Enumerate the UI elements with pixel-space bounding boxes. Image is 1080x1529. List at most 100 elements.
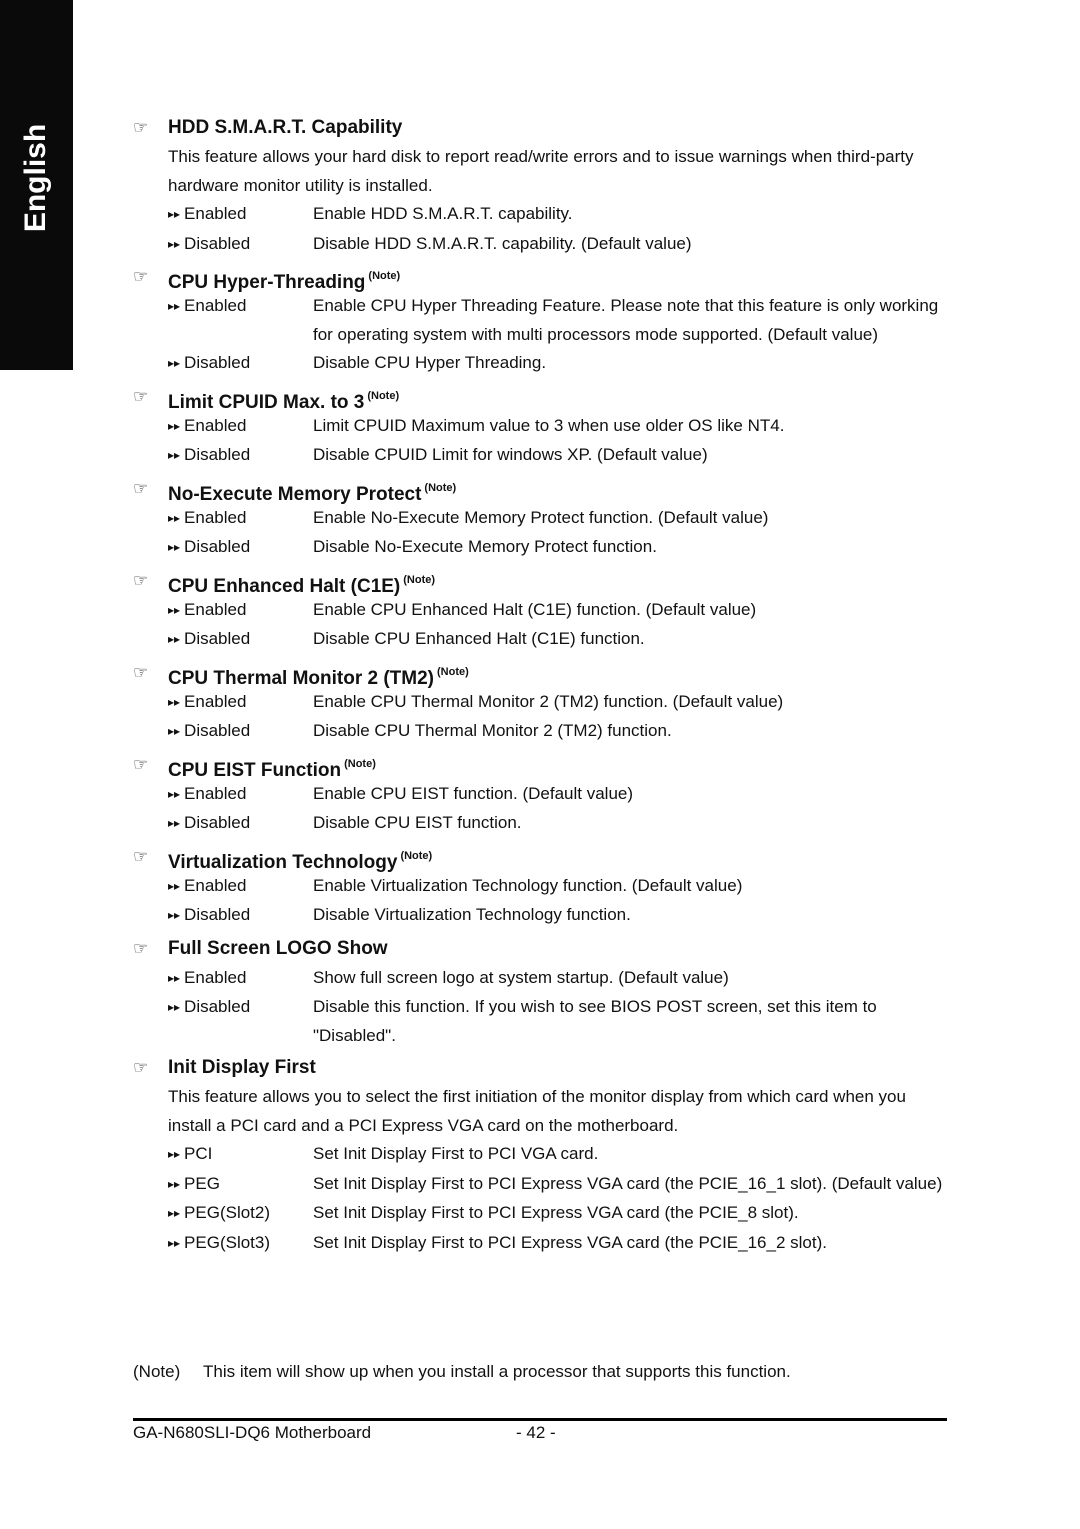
option-description: Set Init Display First to PCI VGA card. <box>313 1144 599 1163</box>
option-key: Disabled <box>184 721 251 740</box>
option-description: Enable No-Execute Memory Protect functio… <box>313 507 769 527</box>
option-row: ▸▸ Enabled Enable CPU EIST function. (Defa… <box>133 780 953 810</box>
option-description: Disable CPU Hyper Threading. <box>313 353 547 372</box>
option-key: PCI <box>184 1144 213 1163</box>
setting-title: No-Execute Memory Protect <box>168 483 422 505</box>
page-footer: GA-N680SLI-DQ6 Motherboard - 42 - <box>133 1421 556 1445</box>
option-description: Disable CPU EIST function. <box>313 813 522 832</box>
pointing-hand-icon: ☞ <box>133 754 149 774</box>
footnote: (Note) This item will show up when you in… <box>133 1358 791 1386</box>
option-description: Enable CPU Hyper Threading Feature. Plea… <box>313 296 939 344</box>
option-key: Disabled <box>184 629 251 648</box>
option-description: Disable HDD S.M.A.R.T. capability. (Defa… <box>313 233 692 253</box>
option-description: Disable Virtualization Technology functi… <box>313 905 631 924</box>
setting-description: This feature allows your hard disk to re… <box>168 147 914 195</box>
option-row: ▸▸ Disabled Disable HDD S.M.A.R.T. capabil… <box>133 230 953 260</box>
setting-title: HDD S.M.A.R.T. Capability <box>168 117 403 138</box>
double-arrow-icon: ▸▸ <box>168 878 181 893</box>
setting-heading: ☞ Full Screen LOGO Show <box>133 933 953 964</box>
setting-section: ☞ CPU Enhanced Halt (C1E) (Note) ▸▸ Enabled E… <box>133 565 953 655</box>
option-key: PEG(Slot3) <box>184 1232 271 1252</box>
double-arrow-icon: ▸▸ <box>168 694 181 709</box>
option-description: Set Init Display First to PCI Express VG… <box>313 1203 799 1222</box>
setting-heading: ☞ Limit CPUID Max. to 3 (Note) <box>133 381 953 413</box>
note-marker: (Note) <box>368 270 401 282</box>
double-arrow-icon: ▸▸ <box>168 236 181 251</box>
option-key-cell: ▸▸ PEG(Slot2) <box>168 1199 313 1229</box>
option-row: ▸▸ Enabled Enable CPU Thermal Monitor 2 (T… <box>133 688 953 718</box>
option-key: Disabled <box>184 537 251 556</box>
option-description: Enable CPU EIST function. (Default value… <box>313 783 634 803</box>
option-row: ▸▸ Disabled Disable Virtualization Technol… <box>133 901 953 931</box>
option-description: Disable CPU Thermal Monitor 2 (TM2) func… <box>313 721 672 740</box>
setting-heading: ☞ CPU EIST Function (Note) <box>133 749 953 781</box>
option-key: Enabled <box>184 507 247 527</box>
setting-title: CPU EIST Function <box>168 759 342 781</box>
option-row: ▸▸ PCI Set Init Display First to PCI VGA c… <box>133 1140 953 1170</box>
option-key: Disabled <box>184 353 251 372</box>
double-arrow-icon: ▸▸ <box>168 540 181 554</box>
setting-heading: ☞ Init Display First <box>133 1052 953 1083</box>
option-key: Disabled <box>184 233 251 253</box>
pointing-hand-icon: ☞ <box>133 662 149 682</box>
setting-title: Full Screen LOGO Show <box>168 937 388 959</box>
option-description: Show full screen logo at system startup.… <box>313 967 729 987</box>
option-key-cell: ▸▸ Disabled <box>168 349 313 379</box>
option-key-cell: ▸▸ PEG(Slot3) <box>168 1229 313 1259</box>
option-row: ▸▸ Enabled Enable Virtualization Technolog… <box>133 872 953 902</box>
setting-section: ☞ CPU EIST Function (Note) ▸▸ Enabled Enable … <box>133 749 953 839</box>
setting-section: ☞ CPU Thermal Monitor 2 (TM2) (Note) ▸▸ Enab… <box>133 657 953 747</box>
option-key: Enabled <box>184 296 247 315</box>
option-key: Disabled <box>184 813 251 832</box>
option-description: Enable HDD S.M.A.R.T. capability. <box>313 204 573 223</box>
setting-section: ☞ CPU Hyper-Threading (Note) ▸▸ Enabled Enabl… <box>133 261 953 379</box>
option-key: Enabled <box>184 691 247 711</box>
option-key-cell: ▸▸ Enabled <box>168 596 313 626</box>
option-row: ▸▸ Enabled Enable CPU Enhanced Halt (C1E) … <box>133 596 953 626</box>
setting-title: Limit CPUID Max. to 3 <box>168 391 365 413</box>
double-arrow-icon: ▸▸ <box>168 1235 181 1250</box>
double-arrow-icon: ▸▸ <box>168 970 181 985</box>
option-description: Enable CPU Thermal Monitor 2 (TM2) funct… <box>313 691 784 711</box>
option-description: Enable Virtualization Technology functio… <box>313 875 743 895</box>
option-key-cell: ▸▸ Disabled <box>168 717 313 747</box>
option-key: Disabled <box>184 997 251 1016</box>
option-key-cell: ▸▸ PCI <box>168 1140 313 1170</box>
option-key: Enabled <box>184 599 247 619</box>
note-marker: (Note) <box>403 573 436 586</box>
option-key-cell: ▸▸ Enabled <box>168 412 313 442</box>
note-marker: (Note) <box>424 481 457 494</box>
option-key: Enabled <box>184 783 247 803</box>
page-number: - 42 - <box>516 1423 556 1442</box>
setting-section: ☞ Limit CPUID Max. to 3 (Note) ▸▸ Enabled Lim… <box>133 381 953 471</box>
setting-heading: ☞ CPU Enhanced Halt (C1E) (Note) <box>133 565 953 597</box>
option-row: ▸▸ Enabled Enable CPU Hyper Threading Feat… <box>133 292 953 349</box>
setting-heading: ☞ CPU Thermal Monitor 2 (TM2) (Note) <box>133 657 953 689</box>
option-row: ▸▸ Disabled Disable CPU EIST function. <box>133 809 953 839</box>
note-marker: (Note) <box>400 849 433 862</box>
option-row: ▸▸ PEG(Slot3) Set Init Display First to PC… <box>133 1229 953 1259</box>
option-key: Enabled <box>184 415 247 435</box>
double-arrow-icon: ▸▸ <box>168 207 181 221</box>
option-row: ▸▸ Enabled Enable HDD S.M.A.R.T. capabilit… <box>133 200 953 230</box>
option-key-cell: ▸▸ Disabled <box>168 809 313 839</box>
option-row: ▸▸ Disabled Disable CPU Enhanced Halt (C1E… <box>133 625 953 655</box>
option-key-cell: ▸▸ Enabled <box>168 688 313 718</box>
option-key: Enabled <box>184 204 247 223</box>
option-row: ▸▸ Enabled Show full screen logo at system… <box>133 964 953 994</box>
option-description: Disable No-Execute Memory Protect functi… <box>313 537 657 556</box>
double-arrow-icon: ▸▸ <box>168 448 181 462</box>
setting-section: ☞ Virtualization Technology (Note) ▸▸ Enable… <box>133 841 953 931</box>
note-marker: (Note) <box>437 665 469 678</box>
footnote-label: (Note) <box>133 1362 181 1381</box>
setting-title: CPU Hyper-Threading <box>168 272 366 293</box>
double-arrow-icon: ▸▸ <box>168 510 181 525</box>
option-key-cell: ▸▸ Disabled <box>168 625 313 655</box>
pointing-hand-icon: ☞ <box>133 386 149 406</box>
double-arrow-icon: ▸▸ <box>168 299 181 313</box>
option-key-cell: ▸▸ Enabled <box>168 872 313 902</box>
setting-heading: ☞ Virtualization Technology (Note) <box>133 841 953 873</box>
double-arrow-icon: ▸▸ <box>168 1176 181 1191</box>
option-key-cell: ▸▸ Enabled <box>168 504 313 534</box>
option-key-cell: ▸▸ Enabled <box>168 964 313 994</box>
